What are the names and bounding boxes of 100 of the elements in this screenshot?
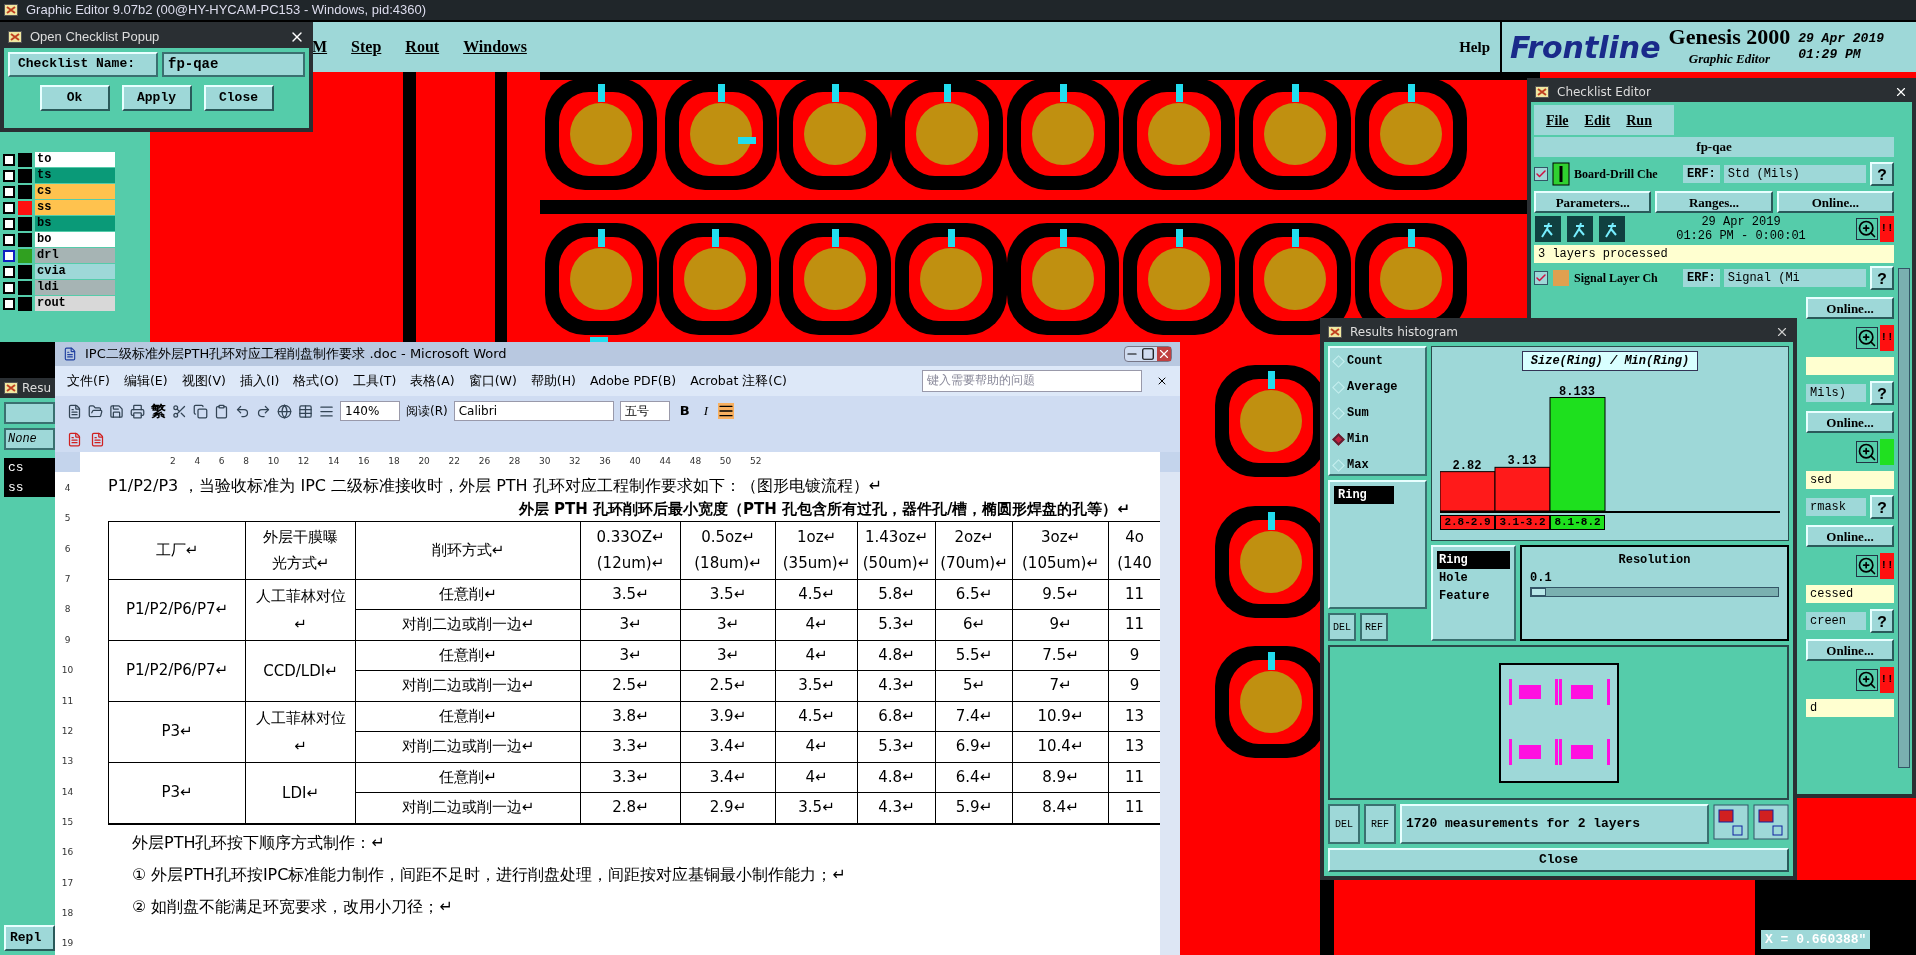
layer-name[interactable]: cs [35, 184, 115, 199]
reading-button[interactable]: 阅读(R) [406, 402, 448, 420]
layer-checkbox[interactable] [3, 297, 15, 310]
running-figure-icon[interactable] [1566, 214, 1594, 243]
menu-item[interactable]: 工具(T) [352, 371, 397, 391]
layer-checkbox[interactable] [3, 249, 15, 262]
dialog-button[interactable]: Repl [4, 925, 55, 951]
zoom-icon[interactable] [1856, 440, 1878, 463]
menu-item[interactable]: Acrobat 注释(C) [690, 371, 787, 391]
input-field[interactable]: None [4, 428, 55, 450]
layer-name[interactable]: ts [35, 168, 115, 183]
dialog-button[interactable]: Ranges... [1655, 190, 1773, 213]
dialog-button[interactable]: Online... [1806, 638, 1894, 661]
font-size-dropdown[interactable]: 五号 [619, 401, 670, 421]
zoom-icon[interactable] [1856, 217, 1878, 240]
toolbar-icon[interactable] [235, 403, 250, 419]
toolbar-icon[interactable] [256, 403, 271, 419]
ref-button[interactable]: REF [1360, 613, 1388, 641]
zoom-icon[interactable] [1856, 326, 1878, 349]
close-icon[interactable] [1894, 85, 1908, 99]
menu-item[interactable]: Adobe PDF(B) [589, 371, 677, 391]
menu-item[interactable]: Edit [1584, 109, 1611, 131]
list-item[interactable]: Ring [1334, 486, 1394, 504]
close-icon[interactable] [1775, 325, 1789, 339]
menu-item[interactable]: 视图(V) [181, 371, 226, 391]
slider-thumb[interactable] [1531, 588, 1546, 596]
erf-field[interactable]: Mils) [1806, 383, 1866, 402]
justify-icon[interactable] [717, 403, 734, 419]
toolbar-icon[interactable] [109, 403, 124, 419]
layer-checkbox[interactable] [3, 281, 15, 294]
radio-label[interactable]: Count [1347, 352, 1383, 370]
dialog-button[interactable]: Online... [1776, 190, 1894, 213]
italic-button[interactable]: I [699, 401, 712, 421]
toolbar-icon[interactable] [130, 403, 145, 419]
scrollbar[interactable] [1160, 472, 1180, 955]
chart-import-icon[interactable] [1753, 804, 1789, 840]
zoom-icon[interactable] [1856, 554, 1878, 577]
running-figure-icon[interactable] [1534, 214, 1562, 243]
layer-checkbox[interactable] [3, 233, 15, 246]
dialog-button[interactable]: ? [1870, 380, 1894, 405]
dialog-button[interactable]: Online... [1806, 524, 1894, 547]
toolbar-icon[interactable] [193, 403, 208, 419]
layer-name[interactable]: cvia [35, 264, 115, 279]
menu-item[interactable]: Run [1626, 109, 1652, 131]
dialog-button[interactable]: ? [1870, 161, 1894, 186]
zoom-dropdown[interactable]: 140% [340, 401, 400, 421]
layer-checkbox[interactable] [3, 217, 15, 230]
menu-item[interactable]: 编辑(E) [123, 371, 168, 391]
running-figure-icon[interactable] [1598, 214, 1626, 243]
dialog-button[interactable]: ? [1870, 265, 1894, 290]
erf-field[interactable]: Signal (Mi [1723, 268, 1866, 287]
dialog-button[interactable]: Apply [121, 85, 192, 111]
erf-field[interactable]: creen [1806, 611, 1866, 630]
traditional-chinese-button[interactable]: 繁 [151, 399, 166, 423]
del-button[interactable]: DEL [1328, 804, 1360, 844]
chart-export-icon[interactable] [1713, 804, 1749, 840]
list-item[interactable]: Feature [1437, 587, 1510, 605]
menu-item[interactable]: 插入(I) [239, 371, 280, 391]
layer-checkbox[interactable] [3, 169, 15, 182]
radio-label[interactable]: Average [1347, 378, 1398, 396]
zoom-icon[interactable] [1856, 668, 1878, 691]
font-dropdown[interactable]: Calibri [453, 401, 614, 421]
input-field[interactable]: fp-qae [162, 52, 305, 77]
menu-item[interactable]: 格式(O) [293, 371, 339, 391]
ref-button[interactable]: REF [1364, 804, 1396, 844]
layer-checkbox[interactable] [3, 153, 15, 166]
action-checkbox[interactable] [1534, 166, 1548, 181]
radio-label[interactable]: Min [1347, 430, 1369, 448]
scrollbar[interactable] [1898, 268, 1910, 768]
dialog-button[interactable]: Online... [1806, 410, 1894, 433]
layer-name[interactable]: ldi [35, 280, 115, 295]
toolbar-icon[interactable] [88, 403, 103, 419]
layer-checkbox[interactable] [3, 265, 15, 278]
action-checkbox[interactable] [1534, 270, 1548, 285]
dialog-button[interactable]: ? [1870, 494, 1894, 519]
menu-item[interactable]: 表格(A) [410, 371, 455, 391]
dialog-button[interactable]: Close [203, 85, 274, 111]
bold-button[interactable]: B [675, 401, 694, 421]
toolbar-icon[interactable] [319, 403, 334, 419]
toolbar-icon[interactable] [277, 403, 292, 419]
close-icon[interactable] [1156, 375, 1168, 387]
layer-name[interactable]: bo [35, 232, 115, 247]
menu-item[interactable]: Step [351, 35, 382, 59]
pdf-comment-icon[interactable] [90, 431, 105, 447]
menu-item[interactable]: File [1546, 109, 1569, 131]
erf-field[interactable]: rmask [1806, 497, 1866, 516]
menu-item[interactable]: Windows [463, 35, 527, 59]
erf-field[interactable]: Std (Mils) [1723, 164, 1866, 183]
layer-name[interactable]: ss [35, 200, 115, 215]
menu-item[interactable]: 文件(F) [67, 371, 110, 391]
list-item[interactable]: Hole [1437, 569, 1510, 587]
radio-label[interactable]: Max [1347, 456, 1369, 474]
toolbar-icon[interactable] [298, 403, 313, 419]
dialog-button[interactable]: Close [1328, 848, 1789, 872]
slider-track[interactable] [1530, 587, 1779, 597]
del-button[interactable]: DEL [1328, 613, 1356, 641]
pdf-icon[interactable] [67, 431, 82, 447]
toolbar-icon[interactable] [172, 403, 187, 419]
menu-item[interactable]: M [312, 35, 328, 59]
menu-item[interactable]: 帮助(H) [530, 371, 576, 391]
